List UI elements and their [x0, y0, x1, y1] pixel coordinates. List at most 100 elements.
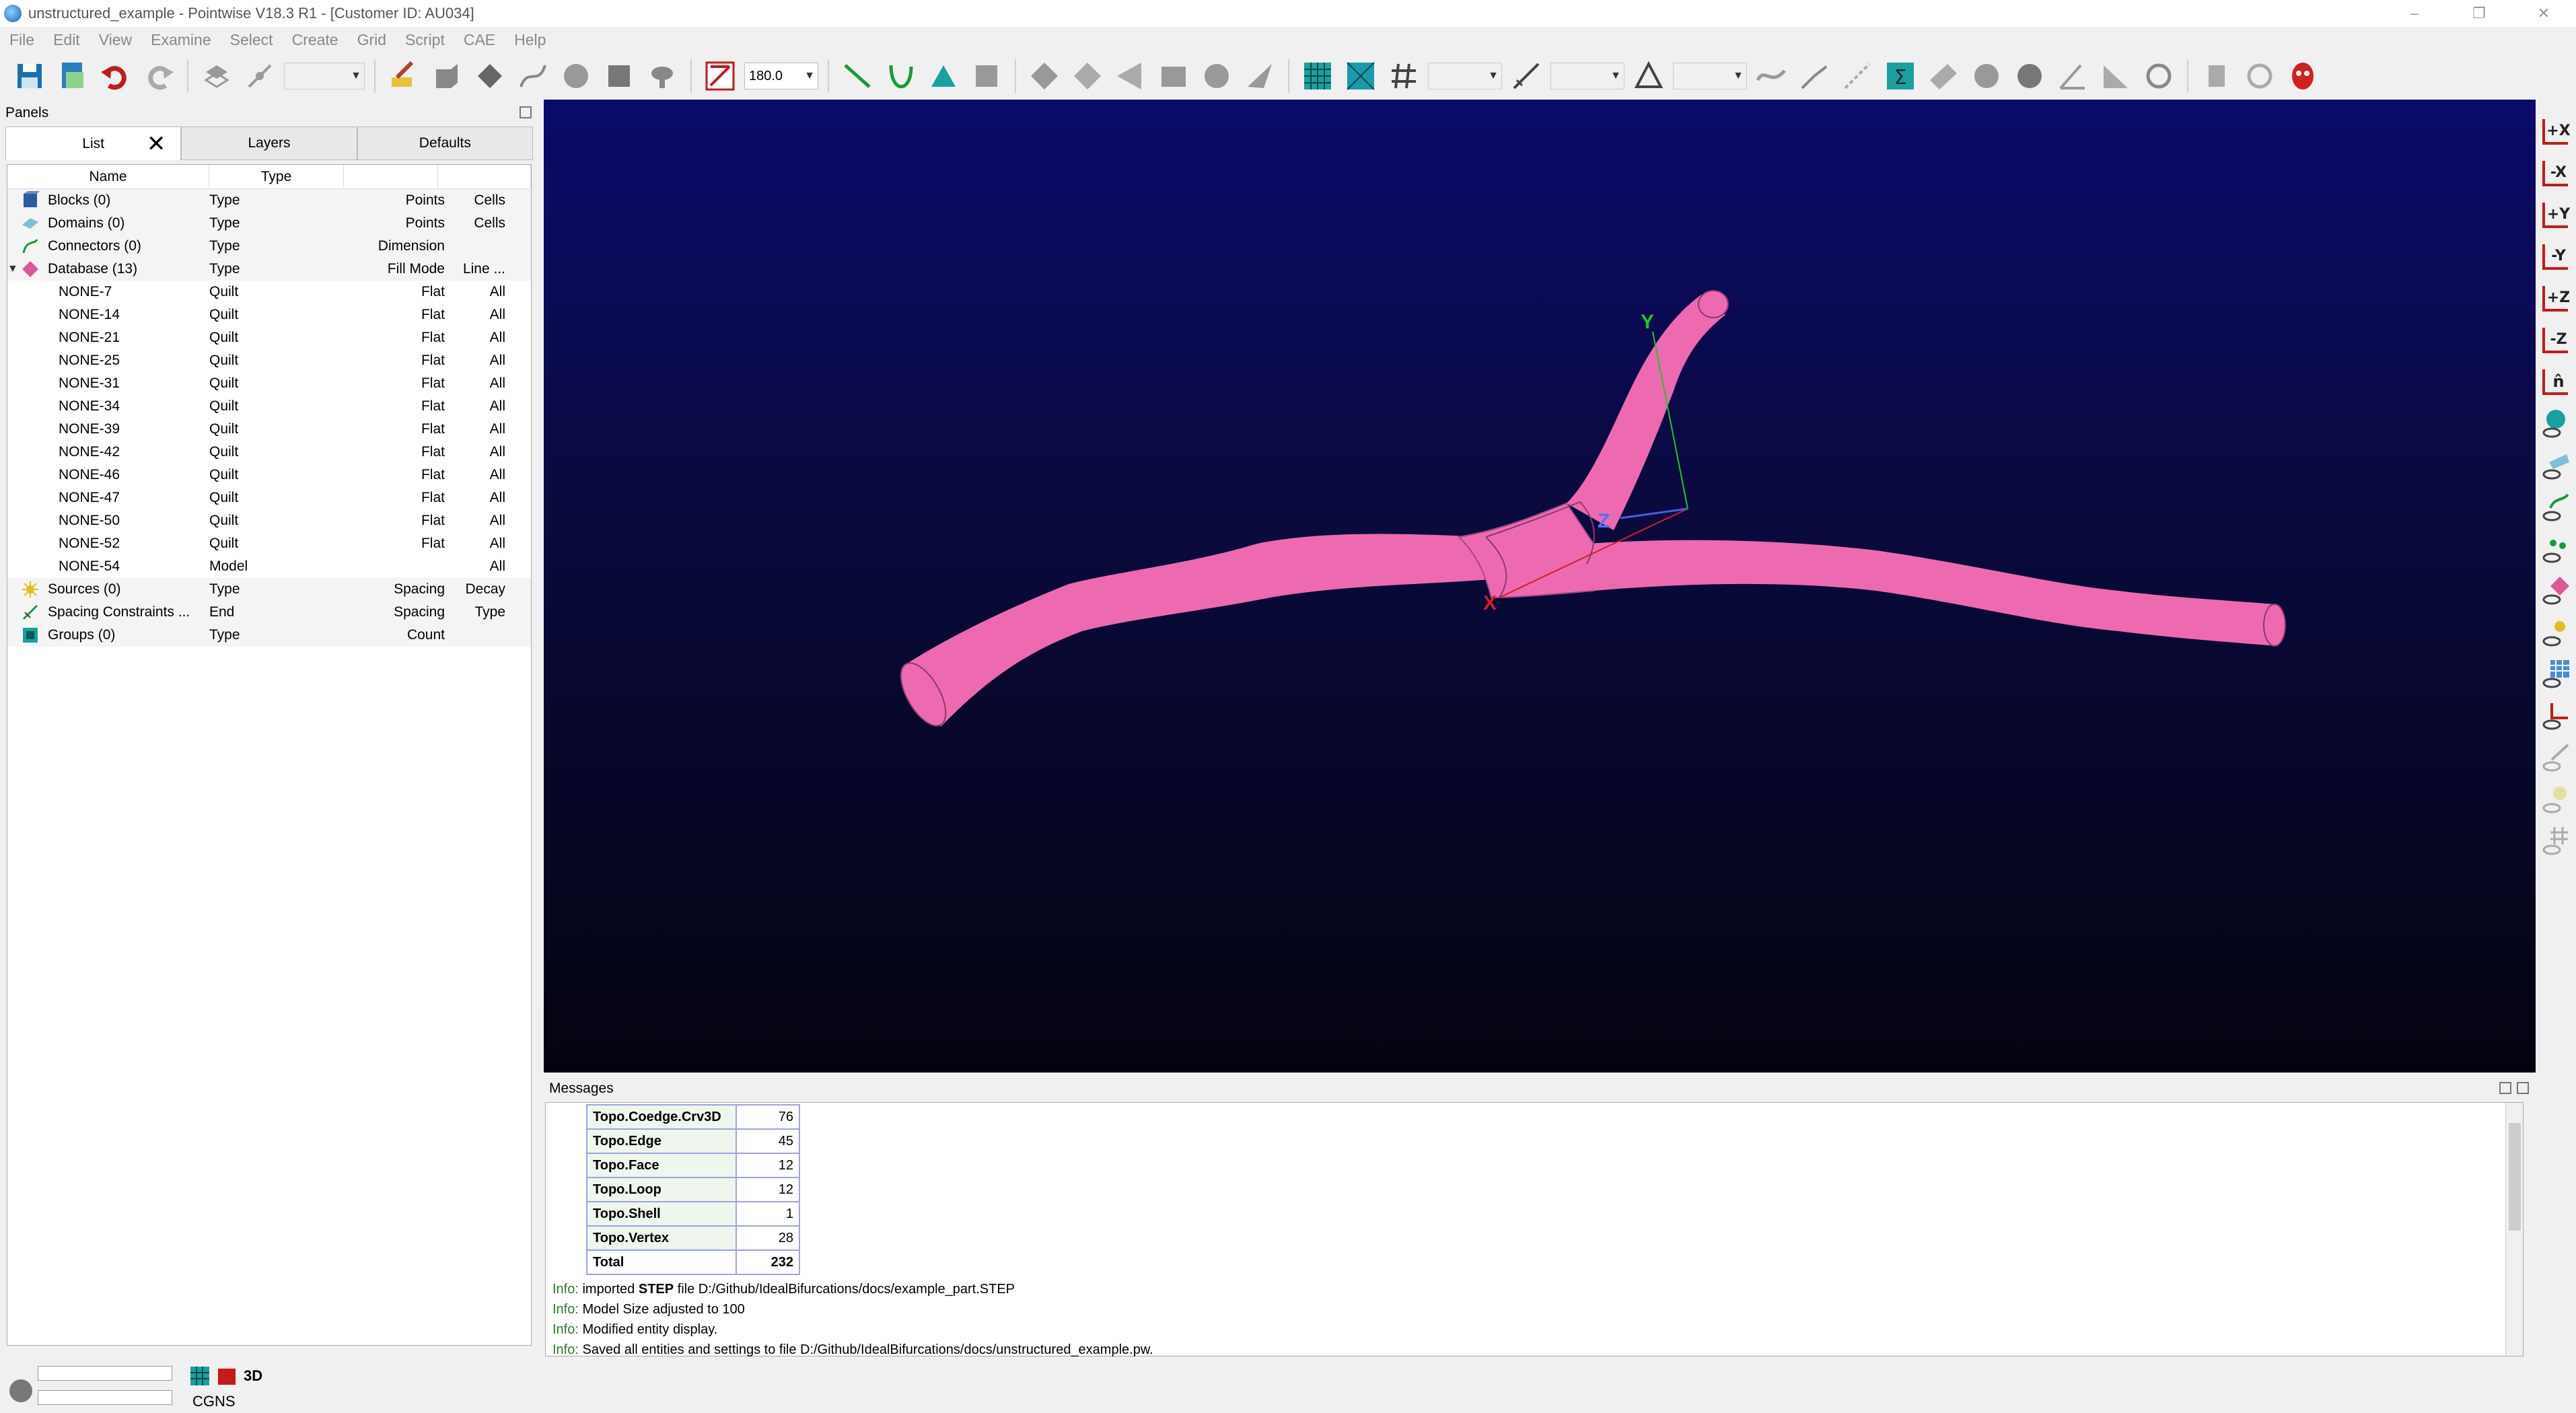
examine-sum-button[interactable]: Σ	[1882, 57, 1919, 95]
create-domain-button[interactable]	[925, 57, 962, 95]
view-plus-y-button[interactable]: +Y	[2538, 196, 2573, 233]
split-button[interactable]	[1838, 57, 1876, 95]
ufo-button[interactable]	[643, 57, 681, 95]
tree-row-database-item[interactable]: NONE-39 Quilt Flat All	[7, 418, 531, 441]
toggle-connectors-visibility-button[interactable]	[2538, 488, 2573, 525]
toggle-domains-visibility-button[interactable]	[2538, 447, 2573, 483]
rotate-angle-button[interactable]	[701, 57, 739, 95]
menu-help[interactable]: Help	[505, 31, 555, 49]
create-line-button[interactable]	[838, 57, 876, 95]
block-mode-icon[interactable]	[217, 1366, 237, 1386]
tree-row-domains[interactable]: Domains (0) Type Points Cells	[7, 212, 531, 235]
circle-i-button[interactable]	[1968, 57, 2005, 95]
spacing-button[interactable]	[1507, 57, 1545, 95]
tree-row-database-item[interactable]: NONE-47 Quilt Flat All	[7, 486, 531, 509]
create-curve-button[interactable]	[882, 57, 919, 95]
dimension-button[interactable]	[1385, 57, 1423, 95]
grid-mode-icon[interactable]	[190, 1366, 210, 1386]
tree-row-database-item[interactable]: NONE-52 Quilt Flat All	[7, 532, 531, 555]
toggle-axes-visibility-button[interactable]	[2538, 697, 2573, 733]
float-messages-button[interactable]	[2499, 1082, 2511, 1094]
menu-select[interactable]: Select	[221, 31, 283, 49]
toggle-all-visibility-button[interactable]	[2538, 405, 2573, 441]
view-normal-button[interactable]: n̂	[2538, 363, 2573, 400]
db-model-button[interactable]	[1198, 57, 1236, 95]
tree-row-connectors[interactable]: Connectors (0) Type Dimension	[7, 235, 531, 258]
menu-examine[interactable]: Examine	[141, 31, 220, 49]
measure-circle-button[interactable]	[2140, 57, 2178, 95]
db-wing-button[interactable]	[1241, 57, 1279, 95]
dimension-combo[interactable]: ▼	[1428, 63, 1502, 89]
db-surface-button[interactable]	[1026, 57, 1063, 95]
expand-triangle-icon[interactable]: ▼	[7, 263, 21, 275]
measure-triangle-button[interactable]	[2097, 57, 2135, 95]
mesh-display-button[interactable]	[1342, 57, 1380, 95]
tree-row-database-item[interactable]: NONE-42 Quilt Flat All	[7, 441, 531, 464]
close-tab-icon[interactable]: ✕	[147, 131, 166, 157]
column-header-type[interactable]: Type	[209, 165, 344, 188]
db-shell-button[interactable]	[1112, 57, 1149, 95]
float-panel-button[interactable]	[520, 106, 532, 118]
view-plus-x-button[interactable]: +X	[2538, 113, 2573, 149]
menu-edit[interactable]: Edit	[44, 31, 90, 49]
messages-scrollbar[interactable]	[2505, 1103, 2523, 1356]
connector-tool-button[interactable]	[1795, 57, 1833, 95]
tree-row-database-item[interactable]: NONE-21 Quilt Flat All	[7, 326, 531, 349]
undo-button[interactable]	[97, 57, 135, 95]
angle-input[interactable]: 180.0 ▼	[744, 63, 818, 89]
minimize-button[interactable]: –	[2382, 0, 2447, 27]
examine-surface-button[interactable]	[1925, 57, 1962, 95]
redo-button[interactable]	[140, 57, 178, 95]
grid-display-button[interactable]	[1299, 57, 1336, 95]
tree-row-spacing-constraints[interactable]: Spacing Constraints ... End Spacing Type	[7, 601, 531, 624]
toggle-clip-visibility-button[interactable]	[2538, 739, 2573, 775]
db-quilt-button[interactable]	[1069, 57, 1106, 95]
tree-row-database-item[interactable]: NONE-34 Quilt Flat All	[7, 395, 531, 418]
view-mode-label[interactable]: 3D	[244, 1367, 262, 1385]
tree-row-database-item[interactable]: NONE-25 Quilt Flat All	[7, 349, 531, 372]
toggle-sources-visibility-button[interactable]	[2538, 614, 2573, 650]
close-messages-button[interactable]	[2517, 1082, 2529, 1094]
tab-layers[interactable]: Layers	[181, 126, 357, 160]
tree-row-database[interactable]: ▼ Database (13) Type Fill Mode Line ...	[7, 258, 531, 281]
cylinder-button[interactable]	[2198, 57, 2235, 95]
menu-script[interactable]: Script	[396, 31, 454, 49]
save-button[interactable]	[11, 57, 48, 95]
messages-body[interactable]: Topo.Coedge.Crv3D 76 Topo.Edge 45 Topo.Fac…	[545, 1102, 2524, 1357]
solve-button[interactable]	[1752, 57, 1790, 95]
view-minus-y-button[interactable]: -Y	[2538, 238, 2573, 275]
menu-view[interactable]: View	[90, 31, 141, 49]
view-plus-z-button[interactable]: +Z	[2538, 280, 2573, 316]
measure-angle-button[interactable]	[2054, 57, 2091, 95]
solver-label[interactable]: CGNS	[192, 1393, 236, 1410]
tree-row-database-item[interactable]: NONE-7 Quilt Flat All	[7, 281, 531, 303]
toggle-database-visibility-button[interactable]	[2538, 572, 2573, 608]
save-as-button[interactable]	[54, 57, 92, 95]
select-mode-combo[interactable]: ▼	[284, 63, 365, 89]
menu-grid[interactable]: Grid	[348, 31, 396, 49]
cube-button[interactable]	[600, 57, 638, 95]
create-block-button[interactable]	[968, 57, 1005, 95]
toggle-lights-visibility-button[interactable]	[2538, 781, 2573, 817]
db-solid-button[interactable]	[1155, 57, 1192, 95]
tree-row-database-item[interactable]: NONE-54 Model All	[7, 555, 531, 578]
tree-row-database-item[interactable]: NONE-31 Quilt Flat All	[7, 372, 531, 395]
circle-d-button[interactable]	[2011, 57, 2048, 95]
column-header-blank[interactable]	[438, 165, 531, 188]
graphics-viewport[interactable]: Y X Z	[544, 100, 2536, 1073]
toggle-cutplane-visibility-button[interactable]	[2538, 822, 2573, 859]
paint-button[interactable]	[385, 57, 423, 95]
rotate-view-button[interactable]	[2241, 57, 2279, 95]
column-header-blank[interactable]	[344, 165, 438, 188]
tree-row-blocks[interactable]: Blocks (0) Type Points Cells	[7, 189, 531, 212]
toggle-nodes-visibility-button[interactable]	[2538, 530, 2573, 567]
column-header-name[interactable]: Name	[7, 165, 209, 188]
view-minus-z-button[interactable]: -Z	[2538, 322, 2573, 358]
spacing-combo[interactable]: ▼	[1550, 63, 1624, 89]
entity-list-tree[interactable]: Name Type Blocks (0) Type Points Cells D…	[7, 164, 532, 1346]
scrollbar-thumb[interactable]	[2509, 1123, 2521, 1231]
shading-button[interactable]	[428, 57, 466, 95]
menu-create[interactable]: Create	[283, 31, 348, 49]
layers-button[interactable]	[198, 57, 236, 95]
tab-defaults[interactable]: Defaults	[357, 126, 533, 160]
